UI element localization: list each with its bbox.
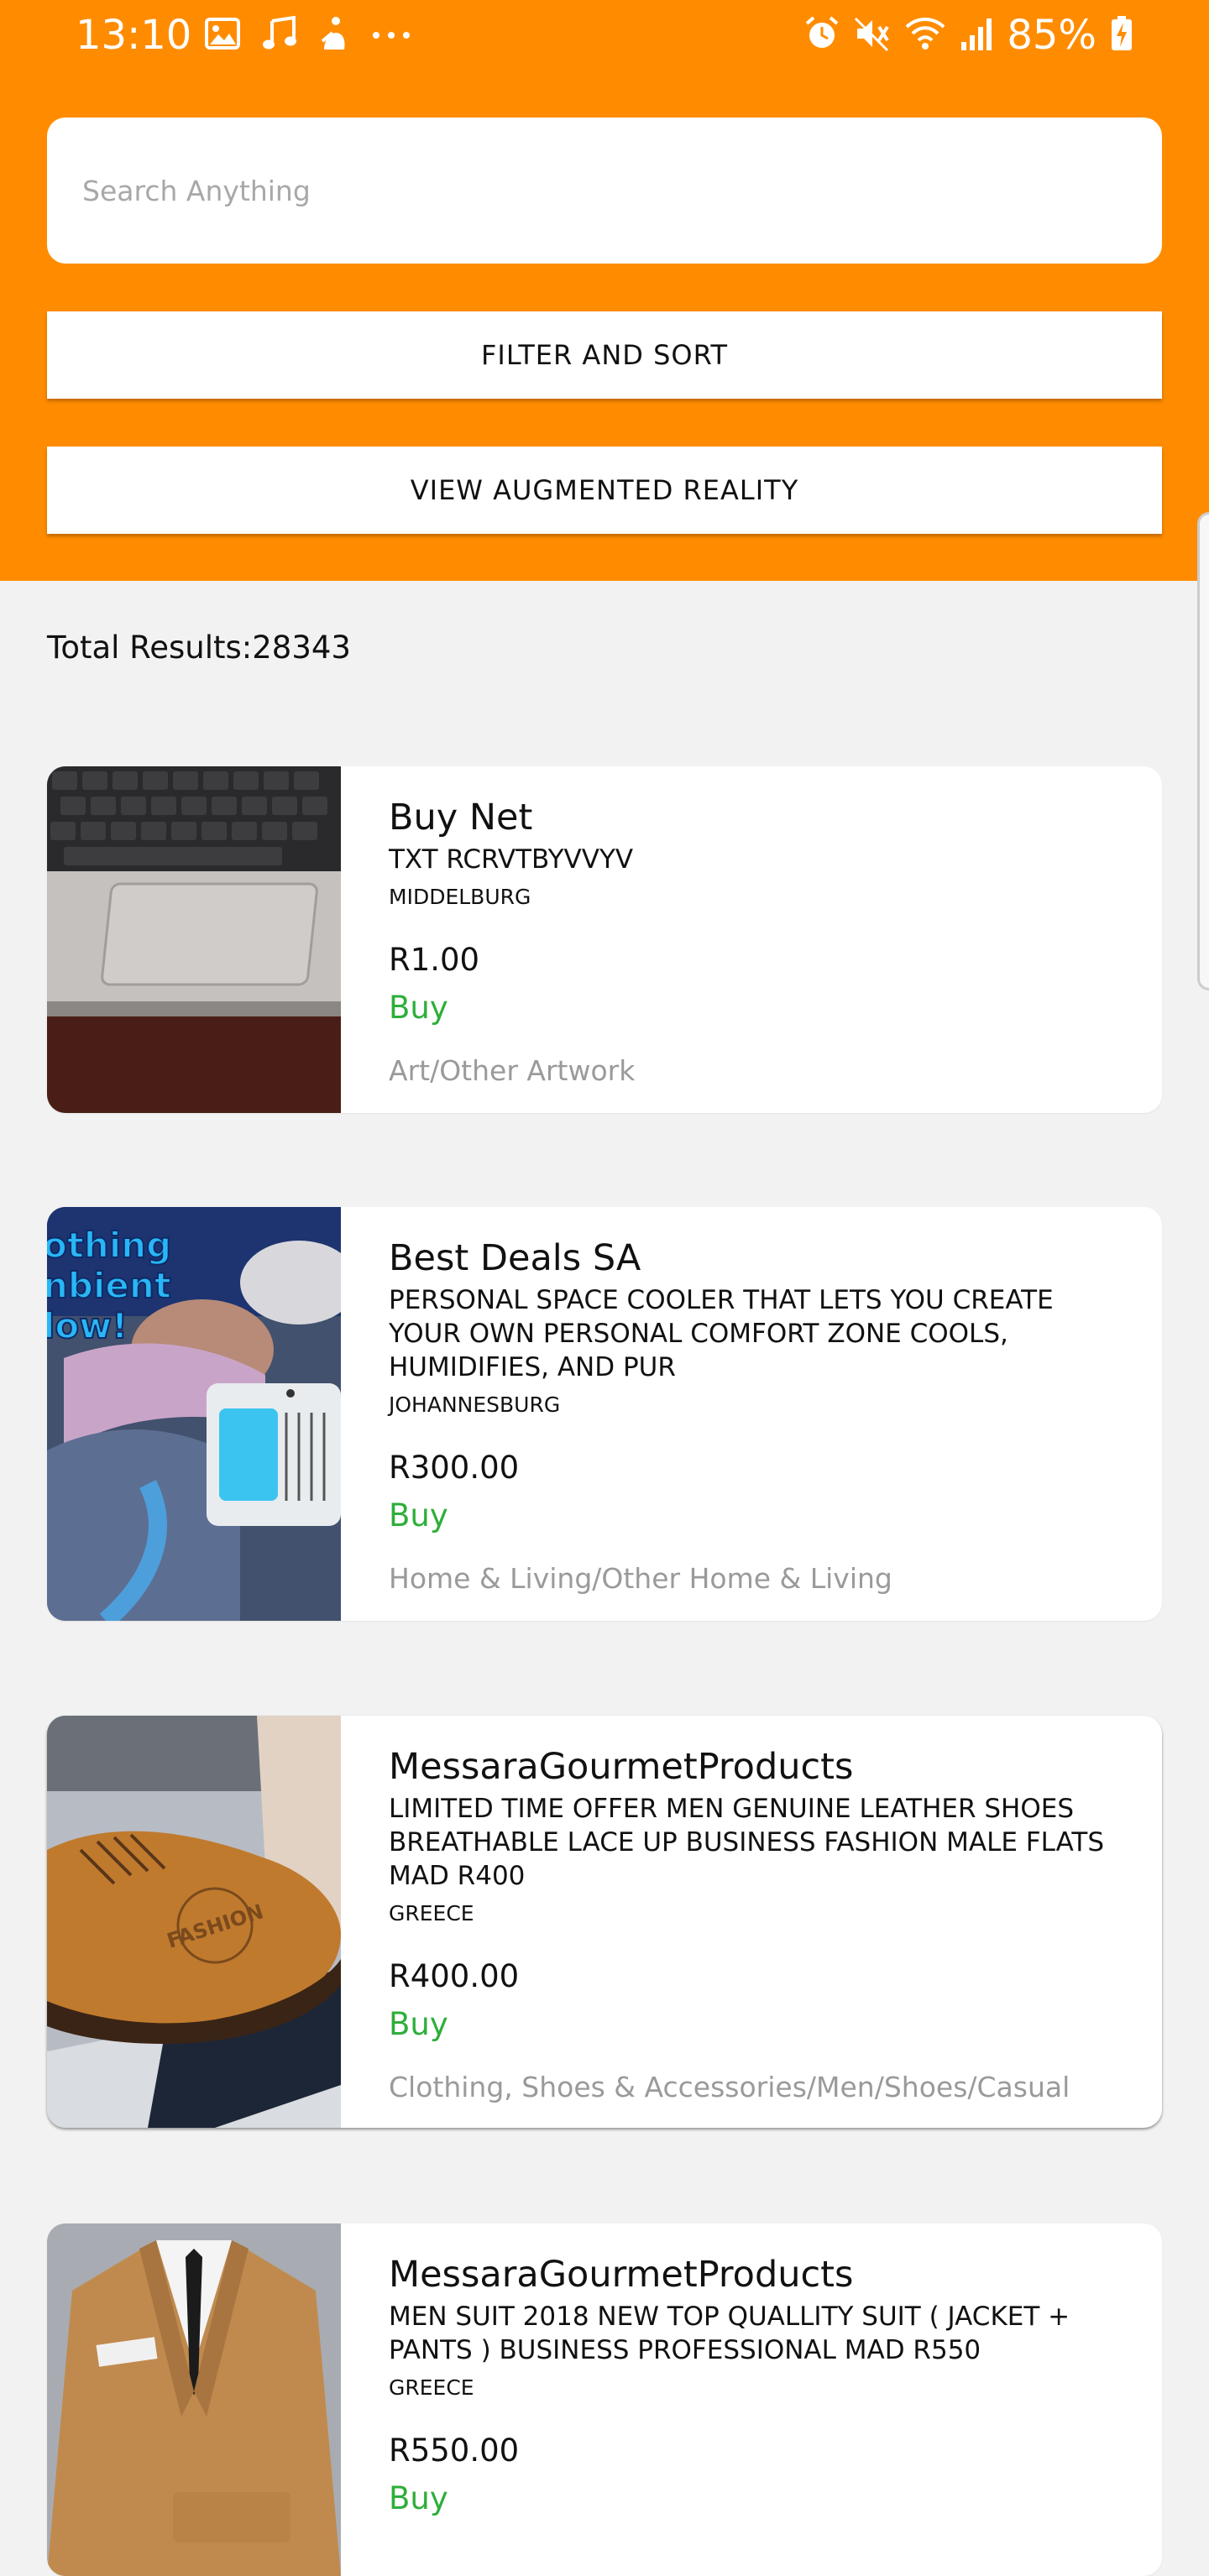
music-note-icon [262, 15, 297, 55]
filter-sort-button[interactable]: FILTER AND SORT [47, 311, 1162, 399]
product-title: MEN SUIT 2018 NEW TOP QUALLITY SUIT ( JA… [389, 2302, 1070, 2365]
shop-name: Buy Net [389, 797, 533, 839]
total-results: Total Results:28343 [47, 630, 351, 666]
product-card[interactable]: MessaraGourmetProducts MEN SUIT 2018 NEW… [47, 2223, 1162, 2576]
promo-text: low! [47, 1305, 128, 1346]
product-category[interactable]: Clothing, Shoes & Accessories/Men/Shoes/… [389, 2070, 1070, 2105]
shop-name: Best Deals SA [389, 1237, 641, 1279]
laptop-keyboard-image [47, 766, 341, 1113]
product-image-space-cooler[interactable]: othing nbient low! [47, 1207, 341, 1621]
status-bar: 13:10 85% [0, 0, 1209, 71]
product-price: R1.00 [389, 942, 480, 978]
shop-name: MessaraGourmetProducts [389, 1746, 854, 1788]
status-icons-right: 85% [803, 10, 1133, 60]
product-location: MIDDELBURG [389, 885, 531, 909]
product-price: R300.00 [389, 1450, 520, 1486]
buy-link[interactable]: Buy [389, 2479, 448, 2518]
edge-panel-handle[interactable] [1197, 512, 1209, 990]
shop-name: MessaraGourmetProducts [389, 2254, 854, 2296]
product-card[interactable]: FASHION MessaraGourmetProducts LIMITED T… [47, 1716, 1162, 2128]
product-category[interactable]: Home & Living/Other Home & Living [389, 1561, 892, 1596]
product-price: R550.00 [389, 2432, 520, 2469]
app-notification-icon [319, 16, 349, 55]
product-image-laptop[interactable] [47, 766, 341, 1113]
product-category[interactable]: Art/Other Artwork [389, 1053, 635, 1089]
product-price: R400.00 [389, 1958, 520, 1994]
product-location: GREECE [389, 2375, 474, 2400]
battery-charging-icon [1110, 15, 1133, 55]
product-image-business-suit[interactable] [47, 2223, 341, 2576]
status-time: 13:10 [76, 12, 192, 59]
wifi-icon [904, 15, 946, 55]
product-title: TXT RCRVTBYVVYV [389, 844, 634, 875]
business-suit-image [47, 2223, 341, 2576]
space-cooler-image: othing nbient low! [47, 1207, 341, 1621]
view-augmented-reality-button[interactable]: VIEW AUGMENTED REALITY [47, 447, 1162, 534]
leather-shoe-image: FASHION [47, 1716, 341, 2128]
alarm-icon [803, 15, 840, 55]
search-input[interactable] [47, 118, 1162, 264]
product-image-leather-shoe[interactable]: FASHION [47, 1716, 341, 2128]
product-card[interactable]: othing nbient low! Best Deals SA PERSONA… [47, 1207, 1162, 1621]
product-title: LIMITED TIME OFFER MEN GENUINE LEATHER S… [389, 1794, 1105, 1891]
mute-icon [854, 15, 891, 55]
battery-percent: 85% [1007, 12, 1096, 59]
image-icon [205, 18, 240, 53]
product-location: GREECE [389, 1901, 474, 1925]
buy-link[interactable]: Buy [389, 989, 448, 1027]
more-dots-icon [371, 28, 411, 44]
product-location: JOHANNESBURG [389, 1393, 561, 1417]
header: 13:10 85% Search Anything FILTER AND SOR… [0, 0, 1209, 581]
signal-icon [960, 15, 993, 55]
buy-link[interactable]: Buy [389, 1497, 448, 1535]
product-card[interactable]: Buy Net TXT RCRVTBYVVYV MIDDELBURG R1.00… [47, 766, 1162, 1113]
promo-text: nbient [47, 1265, 171, 1306]
buy-link[interactable]: Buy [389, 2005, 448, 2044]
status-icons-left [205, 13, 411, 57]
promo-text: othing [47, 1225, 171, 1266]
product-title: PERSONAL SPACE COOLER THAT LETS YOU CREA… [389, 1285, 1054, 1382]
